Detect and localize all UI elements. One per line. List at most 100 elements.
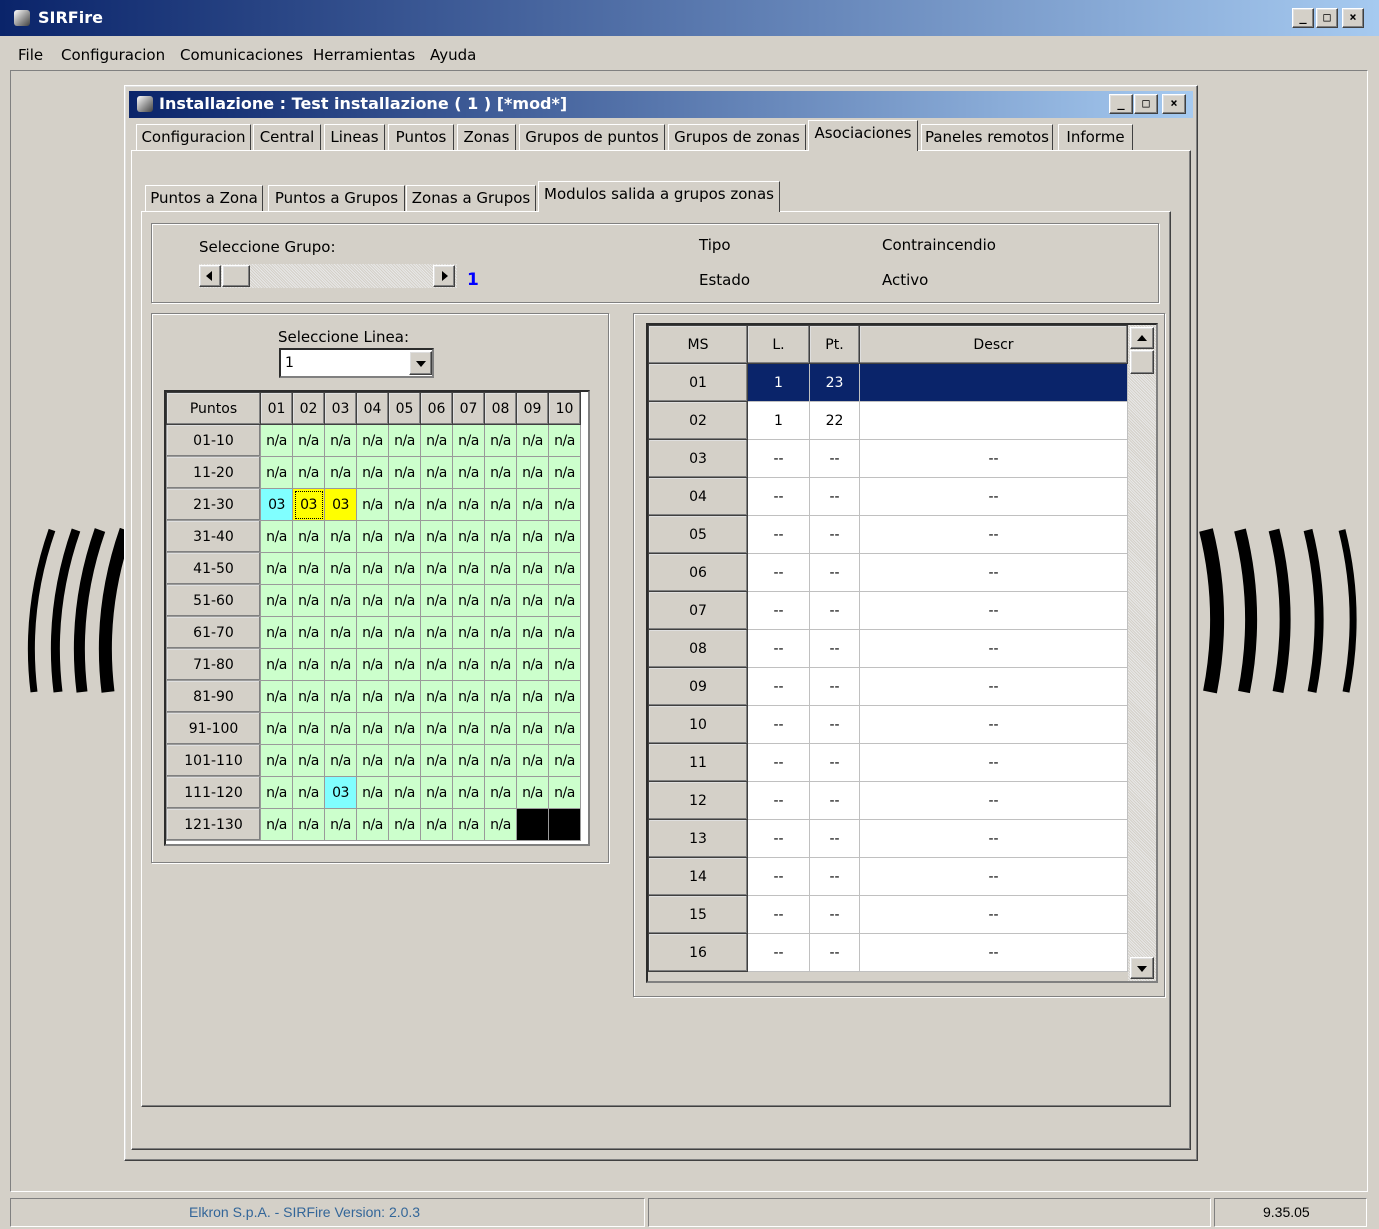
point-cell[interactable]: n/a [388,520,421,553]
point-cell[interactable]: n/a [324,712,357,745]
subtab-puntos-a-zona[interactable]: Puntos a Zona [145,185,263,212]
point-cell[interactable]: n/a [516,584,549,617]
point-cell[interactable]: n/a [420,808,453,841]
point-cell[interactable]: n/a [420,552,453,585]
point-cell[interactable]: n/a [452,648,485,681]
point-cell[interactable]: n/a [548,648,581,681]
point-cell[interactable]: n/a [420,744,453,777]
point-cell[interactable]: n/a [516,712,549,745]
point-cell[interactable]: n/a [292,616,325,649]
point-cell[interactable]: n/a [292,552,325,585]
ms-row[interactable]: 09 -- -- -- [648,667,1128,706]
scroll-right-icon[interactable] [433,265,455,287]
ms-row[interactable]: 01 1 23 [648,363,1128,402]
point-cell[interactable]: n/a [388,616,421,649]
point-cell[interactable]: n/a [452,520,485,553]
point-cell[interactable]: n/a [292,520,325,553]
line-cell[interactable]: -- [747,591,810,630]
menu-comunicaciones[interactable]: Comunicaciones [180,46,303,64]
point-cell[interactable]: n/a [420,776,453,809]
line-cell[interactable]: -- [747,933,810,972]
ms-row[interactable]: 12 -- -- -- [648,781,1128,820]
scroll-down-icon[interactable] [1130,957,1154,979]
point-cell[interactable]: n/a [452,744,485,777]
point-cell[interactable]: n/a [388,584,421,617]
point-cell[interactable]: -- [809,819,860,858]
menu-herramientas[interactable]: Herramientas [313,46,415,64]
tab-asociaciones[interactable]: Asociaciones [808,120,918,151]
point-cell[interactable]: n/a [324,456,357,489]
point-cell[interactable]: n/a [484,712,517,745]
point-cell[interactable]: -- [809,553,860,592]
point-cell[interactable]: n/a [452,552,485,585]
descr-cell[interactable]: -- [859,933,1128,972]
point-cell[interactable]: n/a [260,456,293,489]
ms-row[interactable]: 13 -- -- -- [648,819,1128,858]
subtab-zonas-a-grupos[interactable]: Zonas a Grupos [406,185,536,212]
point-cell[interactable]: -- [809,591,860,630]
tab-grupos-de-puntos[interactable]: Grupos de puntos [519,124,665,151]
menu-ayuda[interactable]: Ayuda [430,46,476,64]
point-cell[interactable]: n/a [356,584,389,617]
point-cell[interactable]: n/a [484,776,517,809]
menu-configuracion[interactable]: Configuracion [61,46,165,64]
point-cell[interactable]: n/a [420,712,453,745]
ms-row[interactable]: 02 1 22 [648,401,1128,440]
point-cell[interactable]: n/a [548,424,581,457]
descr-cell[interactable]: -- [859,895,1128,934]
point-cell[interactable]: n/a [484,552,517,585]
point-cell[interactable]: n/a [452,424,485,457]
point-cell[interactable]: n/a [388,808,421,841]
point-cell[interactable]: n/a [292,712,325,745]
point-cell[interactable]: n/a [484,648,517,681]
point-cell[interactable]: n/a [452,616,485,649]
scroll-up-icon[interactable] [1130,327,1154,349]
ms-header[interactable]: MS [648,325,748,364]
descr-cell[interactable]: -- [859,439,1128,478]
point-cell[interactable]: n/a [484,520,517,553]
point-cell[interactable]: n/a [292,680,325,713]
point-cell[interactable]: n/a [388,648,421,681]
ms-row[interactable]: 14 -- -- -- [648,857,1128,896]
point-cell[interactable]: n/a [516,648,549,681]
descr-cell[interactable] [859,401,1128,440]
point-cell[interactable]: 22 [809,401,860,440]
tab-zonas[interactable]: Zonas [457,124,516,151]
point-cell[interactable]: n/a [324,520,357,553]
line-cell[interactable]: -- [747,819,810,858]
point-cell[interactable]: n/a [356,424,389,457]
maximize-icon[interactable]: □ [1134,94,1158,114]
point-cell[interactable]: n/a [260,776,293,809]
point-cell[interactable]: n/a [484,616,517,649]
point-cell[interactable]: -- [809,781,860,820]
line-cell[interactable]: -- [747,553,810,592]
point-cell[interactable]: n/a [388,488,421,521]
minimize-icon[interactable]: _ [1109,94,1133,114]
ms-row[interactable]: 04 -- -- -- [648,477,1128,516]
line-cell[interactable]: -- [747,629,810,668]
point-cell[interactable]: n/a [452,488,485,521]
point-cell[interactable]: n/a [356,552,389,585]
point-cell[interactable]: n/a [516,424,549,457]
ms-row[interactable]: 10 -- -- -- [648,705,1128,744]
point-cell[interactable]: n/a [324,808,357,841]
point-cell[interactable] [516,808,549,841]
descr-cell[interactable]: -- [859,743,1128,782]
point-cell[interactable]: n/a [516,488,549,521]
ms-row[interactable]: 07 -- -- -- [648,591,1128,630]
point-cell[interactable]: 03 [324,488,357,521]
point-cell[interactable]: n/a [420,584,453,617]
point-cell[interactable]: -- [809,629,860,668]
point-cell[interactable]: n/a [420,424,453,457]
close-icon[interactable]: × [1342,8,1364,28]
point-cell[interactable]: n/a [260,744,293,777]
point-cell[interactable]: n/a [548,552,581,585]
point-cell[interactable]: n/a [260,584,293,617]
subtab-puntos-a-grupos[interactable]: Puntos a Grupos [268,185,405,212]
point-cell[interactable]: n/a [388,776,421,809]
point-cell[interactable]: n/a [548,488,581,521]
descr-cell[interactable]: -- [859,667,1128,706]
point-cell[interactable]: n/a [484,584,517,617]
point-cell[interactable]: n/a [452,776,485,809]
point-cell[interactable]: n/a [516,616,549,649]
